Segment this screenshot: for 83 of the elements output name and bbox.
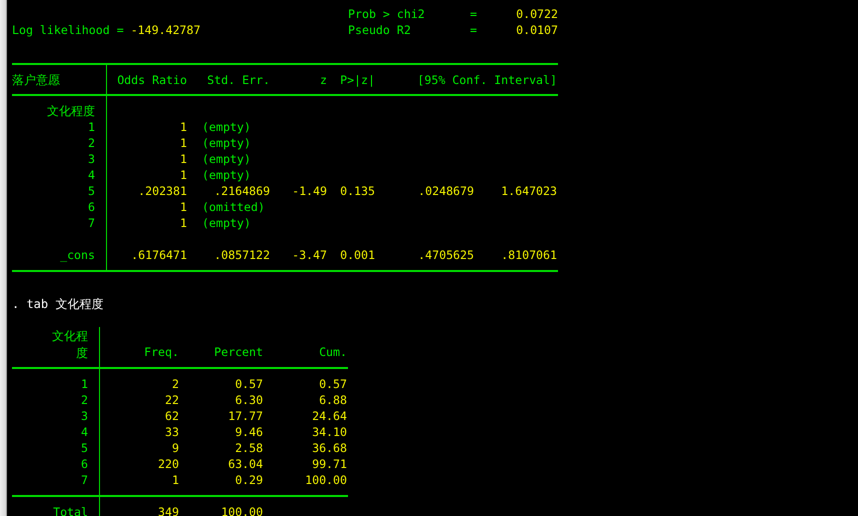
table-cell: 6.30 xyxy=(235,393,263,407)
row-label: 3 xyxy=(88,152,95,166)
row-label: 6 xyxy=(81,457,88,471)
table-cell: 9.46 xyxy=(235,425,263,439)
factor-variable: 文化程度 xyxy=(47,104,95,118)
table-cell: 0.57 xyxy=(235,377,263,391)
row-label: 1 xyxy=(88,120,95,134)
log-likelihood-label: Log likelihood = xyxy=(12,22,124,38)
table-cell: -3.47 xyxy=(292,248,327,262)
table-cell: 2 xyxy=(172,377,179,391)
table-cell: 1 xyxy=(180,136,187,150)
table-cell: .8107061 xyxy=(501,248,557,262)
note-text: (empty) xyxy=(202,152,251,166)
table-cell: .0248679 xyxy=(418,184,474,198)
table-cell: 36.68 xyxy=(312,441,347,455)
note-text: (empty) xyxy=(202,136,251,150)
note-text: (empty) xyxy=(202,216,251,230)
row-label: _cons xyxy=(60,248,95,262)
table-cell: 0.29 xyxy=(235,473,263,487)
table-cell: -1.49 xyxy=(292,184,327,198)
stat-value: 0.0722 xyxy=(516,6,558,22)
stat-value: 0.0107 xyxy=(516,22,558,38)
row-label: 6 xyxy=(88,200,95,214)
stat-label: Prob > chi2 xyxy=(348,6,426,22)
table-cell: .6176471 xyxy=(131,248,187,262)
table-cell: 17.77 xyxy=(228,409,263,423)
table-cell: 1.647023 xyxy=(501,184,557,198)
table-cell: 33 xyxy=(165,425,179,439)
table-cell: .4705625 xyxy=(418,248,474,262)
table-cell: 34.10 xyxy=(312,425,347,439)
equals-sign: = xyxy=(470,22,478,38)
table-cell: 1 xyxy=(180,168,187,182)
column-header: Std. Err. xyxy=(207,72,270,86)
row-label: Total xyxy=(53,505,88,516)
note-text: (empty) xyxy=(202,168,251,182)
table-cell: 6.88 xyxy=(319,393,347,407)
table-cell: 24.64 xyxy=(312,409,347,423)
table-cell: .2164869 xyxy=(214,184,270,198)
table-cell: 349 xyxy=(158,505,179,516)
table-cell: 0.135 xyxy=(340,184,375,198)
table-cell: .0857122 xyxy=(214,248,270,262)
table-cell: 0.57 xyxy=(319,377,347,391)
note-text: (omitted) xyxy=(202,200,265,214)
row-label: 4 xyxy=(88,168,95,182)
row-label: 2 xyxy=(88,136,95,150)
table-cell: 99.71 xyxy=(312,457,347,471)
table-cell: 22 xyxy=(165,393,179,407)
table-cell: 1 xyxy=(180,120,187,134)
stat-label: Pseudo R2 xyxy=(348,22,412,38)
command-line: . tab 文化程度 xyxy=(12,297,104,311)
note-text: (empty) xyxy=(202,120,251,134)
equals-sign: = xyxy=(470,6,478,22)
row-label: 7 xyxy=(81,473,88,487)
table-cell: .202381 xyxy=(138,184,187,198)
row-label: 5 xyxy=(81,441,88,455)
table-cell: 1 xyxy=(172,473,179,487)
table-cell: 9 xyxy=(172,441,179,455)
table-cell: 62 xyxy=(165,409,179,423)
column-header: Odds Ratio xyxy=(117,72,187,86)
row-label: 4 xyxy=(81,425,88,439)
row-label: 1 xyxy=(81,377,88,391)
column-header: [95% Conf. Interval] xyxy=(417,72,557,86)
row-label: 3 xyxy=(81,409,88,423)
table-cell: 220 xyxy=(158,457,179,471)
dependent-variable: 落户意愿 xyxy=(12,72,60,86)
row-label: 7 xyxy=(88,216,95,230)
column-header: Cum. xyxy=(319,345,347,359)
column-header: Freq. xyxy=(144,345,179,359)
table-cell: 1 xyxy=(180,152,187,166)
variable-header: 文化程度 xyxy=(52,328,88,362)
table-cell: 0.001 xyxy=(340,248,375,262)
row-label: 5 xyxy=(88,184,95,198)
table-cell: 100.00 xyxy=(221,505,263,516)
table-cell: 1 xyxy=(180,216,187,230)
log-likelihood-value: -149.42787 xyxy=(130,22,200,38)
table-cell: 63.04 xyxy=(228,457,263,471)
table-cell: 2.58 xyxy=(235,441,263,455)
table-cell: 100.00 xyxy=(305,473,347,487)
column-header: Percent xyxy=(214,345,263,359)
row-label: 2 xyxy=(81,393,88,407)
table-cell: 1 xyxy=(180,200,187,214)
column-header: z xyxy=(320,72,327,86)
column-header: P>|z| xyxy=(340,72,375,86)
